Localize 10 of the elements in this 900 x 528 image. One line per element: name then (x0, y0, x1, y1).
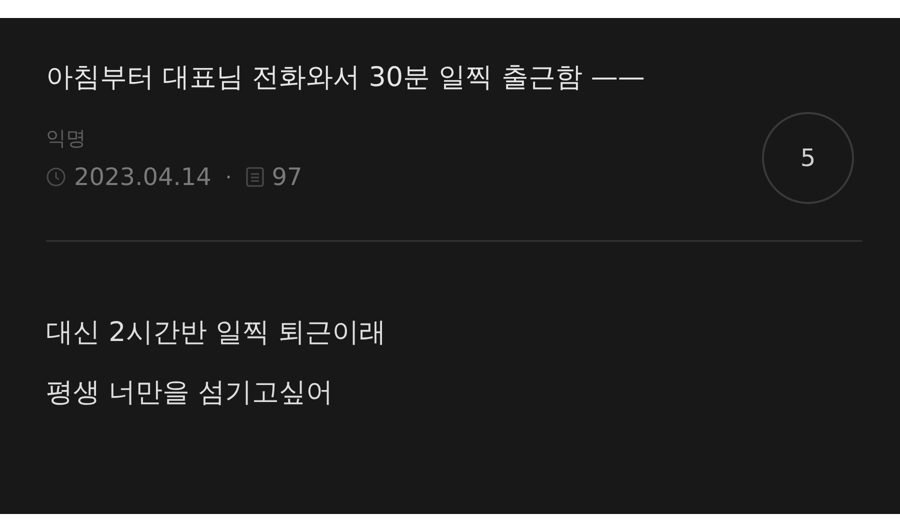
comment-count[interactable]: 5 (762, 112, 854, 204)
document-icon (246, 167, 264, 187)
body-text: 대신 2시간반 일찍 퇴근이래 (46, 316, 387, 350)
post-title: 아침부터 대표님 전화와서 30분 일찍 출근함 —— (46, 61, 646, 95)
separator-dot: · (225, 165, 232, 189)
author-name: 익명 (46, 125, 87, 152)
post-date: 2023.04.14 (74, 162, 212, 192)
view-count: 97 (272, 162, 302, 192)
body-text: 평생 너만을 섬기고싶어 (46, 376, 334, 410)
clock-icon (46, 167, 66, 187)
